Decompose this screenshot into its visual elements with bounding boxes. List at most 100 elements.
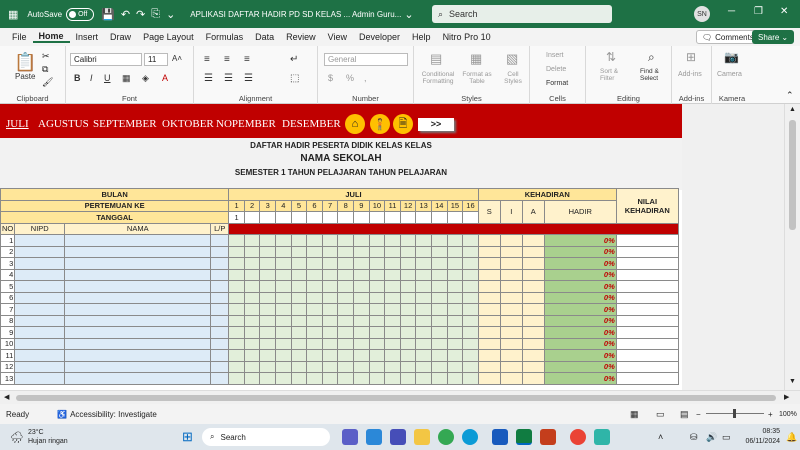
attendance-cell[interactable] bbox=[462, 360, 479, 373]
nipd-cell[interactable] bbox=[14, 372, 66, 385]
alpa-cell[interactable] bbox=[521, 257, 545, 270]
attendance-cell[interactable] bbox=[384, 360, 401, 373]
attendance-cell[interactable] bbox=[415, 303, 432, 316]
clock[interactable]: 08:35 06/11/2024 bbox=[740, 427, 780, 447]
attendance-cell[interactable] bbox=[243, 245, 261, 258]
menu-help[interactable]: Help bbox=[406, 32, 437, 42]
row-number[interactable]: 3 bbox=[0, 257, 16, 270]
volume-icon[interactable]: 🔊 bbox=[706, 432, 717, 443]
lp-cell[interactable] bbox=[210, 257, 230, 270]
attendance-cell[interactable] bbox=[228, 326, 245, 339]
date-cell[interactable] bbox=[368, 211, 386, 224]
menu-developer[interactable]: Developer bbox=[353, 32, 406, 42]
menu-review[interactable]: Review bbox=[280, 32, 322, 42]
attendance-cell[interactable] bbox=[321, 326, 339, 339]
normal-view-icon[interactable]: ▦ bbox=[630, 409, 639, 420]
attendance-cell[interactable] bbox=[399, 257, 417, 270]
alpa-cell[interactable] bbox=[521, 303, 545, 316]
meeting-number[interactable]: 16 bbox=[462, 199, 479, 212]
attendance-cell[interactable] bbox=[462, 337, 479, 350]
currency-icon[interactable]: $ bbox=[328, 73, 333, 83]
attendance-cell[interactable] bbox=[368, 291, 386, 304]
attendance-cell[interactable] bbox=[368, 360, 386, 373]
attendance-cell[interactable] bbox=[290, 303, 308, 316]
lp-cell[interactable] bbox=[210, 360, 230, 373]
nama-cell[interactable] bbox=[64, 257, 212, 270]
attendance-cell[interactable] bbox=[430, 234, 448, 247]
attendance-cell[interactable] bbox=[384, 337, 401, 350]
month-tab-oktober[interactable]: OKTOBER bbox=[162, 118, 214, 130]
attendance-cell[interactable] bbox=[399, 360, 417, 373]
attendance-cell[interactable] bbox=[353, 349, 370, 362]
attendance-cell[interactable] bbox=[306, 234, 323, 247]
find-icon[interactable]: ⌕ bbox=[648, 50, 655, 65]
meeting-number[interactable]: 10 bbox=[368, 199, 386, 212]
alpa-cell[interactable] bbox=[521, 291, 545, 304]
nilai-cell[interactable] bbox=[615, 372, 679, 385]
attendance-cell[interactable] bbox=[384, 291, 401, 304]
attendance-cell[interactable] bbox=[384, 303, 401, 316]
nama-cell[interactable] bbox=[64, 291, 212, 304]
nama-cell[interactable] bbox=[64, 314, 212, 327]
save-icon[interactable]: 💾 bbox=[101, 8, 115, 21]
nipd-cell[interactable] bbox=[14, 234, 66, 247]
alpa-cell[interactable] bbox=[521, 326, 545, 339]
format-table-icon[interactable]: ▦ bbox=[470, 51, 482, 67]
attendance-cell[interactable] bbox=[321, 360, 339, 373]
hadir-percent[interactable]: 0% bbox=[543, 268, 617, 281]
attendance-cell[interactable] bbox=[415, 268, 432, 281]
scroll-down-icon[interactable]: ▼ bbox=[789, 378, 796, 385]
nama-cell[interactable] bbox=[64, 303, 212, 316]
attendance-cell[interactable] bbox=[228, 280, 245, 293]
attendance-cell[interactable] bbox=[446, 303, 464, 316]
attendance-cell[interactable] bbox=[462, 349, 479, 362]
nilai-cell[interactable] bbox=[615, 303, 679, 316]
izin-cell[interactable] bbox=[499, 337, 523, 350]
attendance-cell[interactable] bbox=[306, 372, 323, 385]
izin-cell[interactable] bbox=[499, 349, 523, 362]
nilai-cell[interactable] bbox=[615, 268, 679, 281]
attendance-cell[interactable] bbox=[399, 291, 417, 304]
date-cell[interactable] bbox=[259, 211, 277, 224]
lp-cell[interactable] bbox=[210, 268, 230, 281]
attendance-cell[interactable] bbox=[259, 280, 277, 293]
date-cell[interactable] bbox=[446, 211, 464, 224]
quick-access-more-icon[interactable]: ⌄ bbox=[166, 8, 175, 21]
home-icon[interactable]: ⌂ bbox=[345, 114, 365, 134]
attendance-cell[interactable] bbox=[384, 257, 401, 270]
row-number[interactable]: 8 bbox=[0, 314, 16, 327]
alpa-cell[interactable] bbox=[521, 234, 545, 247]
attendance-cell[interactable] bbox=[290, 360, 308, 373]
attendance-cell[interactable] bbox=[290, 349, 308, 362]
tanggal-label[interactable]: TANGGAL bbox=[0, 211, 230, 224]
attendance-cell[interactable] bbox=[415, 372, 432, 385]
attendance-cell[interactable] bbox=[353, 303, 370, 316]
row-number[interactable]: 10 bbox=[0, 337, 16, 350]
attendance-cell[interactable] bbox=[259, 349, 277, 362]
hadir-percent[interactable]: 0% bbox=[543, 291, 617, 304]
attendance-cell[interactable] bbox=[321, 280, 339, 293]
attendance-cell[interactable] bbox=[321, 234, 339, 247]
attendance-cell[interactable] bbox=[430, 372, 448, 385]
brush-icon[interactable]: 🖌 bbox=[42, 77, 53, 88]
attendance-cell[interactable] bbox=[446, 314, 464, 327]
weather-widget[interactable]: 23°C Hujan ringan bbox=[28, 428, 68, 446]
hadir-percent[interactable]: 0% bbox=[543, 314, 617, 327]
attendance-cell[interactable] bbox=[384, 372, 401, 385]
alpa-header[interactable]: A bbox=[521, 199, 545, 224]
attendance-cell[interactable] bbox=[399, 337, 417, 350]
row-number[interactable]: 4 bbox=[0, 268, 16, 281]
vertical-scrollbar[interactable]: ▲ ▼ bbox=[784, 104, 800, 390]
page-break-view-icon[interactable]: ▤ bbox=[680, 409, 689, 420]
bold-icon[interactable]: B bbox=[74, 73, 81, 83]
date-cell[interactable] bbox=[275, 211, 292, 224]
nilai-cell[interactable] bbox=[615, 326, 679, 339]
meeting-number[interactable]: 6 bbox=[306, 199, 323, 212]
nipd-cell[interactable] bbox=[14, 280, 66, 293]
attendance-cell[interactable] bbox=[275, 245, 292, 258]
meeting-number[interactable]: 2 bbox=[243, 199, 261, 212]
attendance-cell[interactable] bbox=[399, 268, 417, 281]
month-tab-september[interactable]: SEPTEMBER bbox=[93, 118, 157, 130]
attendance-cell[interactable] bbox=[243, 303, 261, 316]
hadir-percent[interactable]: 0% bbox=[543, 360, 617, 373]
